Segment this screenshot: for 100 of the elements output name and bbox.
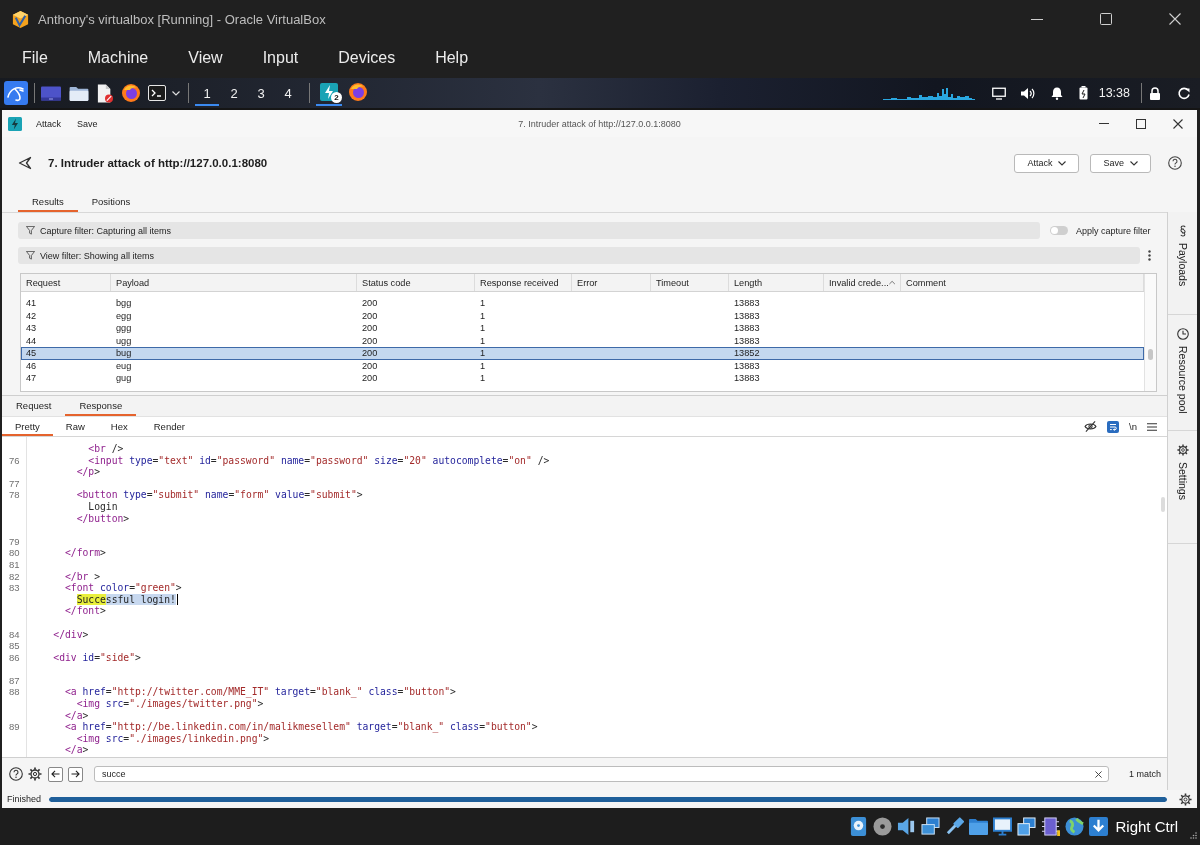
menu-item[interactable]: File [22, 49, 48, 67]
table-cell-text: ugg [115, 334, 133, 347]
clock[interactable]: 13:38 [1098, 86, 1130, 100]
terminal-icon[interactable] [148, 84, 166, 102]
caret-down-icon [1058, 160, 1067, 166]
document-icon[interactable] [97, 83, 113, 103]
menu-item[interactable]: Input [262, 49, 299, 67]
tab[interactable]: Hex [97, 418, 141, 436]
clear-icon[interactable] [1095, 770, 1102, 778]
arrow-right-icon [71, 770, 80, 778]
battery-icon[interactable] [1078, 86, 1088, 100]
dropdown-button[interactable]: Attack [1014, 153, 1080, 173]
workspace-button[interactable]: 1 [195, 80, 219, 106]
table-row[interactable]: 43 ggg 200 1 13883 [21, 322, 1144, 335]
capture-filter-button[interactable]: Capture filter: Capturing all items [18, 222, 1040, 239]
gear-icon[interactable] [1179, 792, 1192, 806]
table-row[interactable]: 42 egg 200 1 13883 [21, 309, 1144, 322]
stacked-windows-icon[interactable] [1017, 817, 1037, 836]
workspace-button[interactable]: 2 [222, 80, 246, 106]
usb-icon[interactable] [945, 817, 965, 836]
table-row[interactable]: 46 eug 200 1 13883 [21, 359, 1144, 372]
browser-icon[interactable] [122, 84, 140, 102]
column-header[interactable]: Error [572, 274, 651, 291]
lock-icon[interactable] [1148, 86, 1162, 100]
sidebar-tab[interactable]: Payloads [1168, 212, 1197, 315]
dragon-logo-icon[interactable] [4, 81, 28, 105]
line-number: 88 [9, 686, 20, 698]
taskbar-button[interactable]: 2 [316, 80, 342, 106]
eye-slash-icon[interactable] [1084, 421, 1098, 432]
help-icon[interactable] [9, 767, 23, 781]
close-icon[interactable] [1173, 118, 1183, 129]
resize-grip-icon[interactable] [1190, 832, 1197, 839]
newline-toggle[interactable]: \n [1129, 421, 1137, 432]
scrollbar-thumb[interactable] [1148, 349, 1153, 360]
folder-icon[interactable] [69, 85, 89, 101]
workspace-button[interactable]: 3 [249, 80, 273, 106]
column-header[interactable]: Payload [111, 274, 357, 291]
menu-icon[interactable] [1147, 422, 1157, 431]
table-row[interactable]: 41 bgg 200 1 13883 [21, 297, 1144, 310]
table-row[interactable]: 47 gug 200 1 13883 [21, 372, 1144, 385]
menu-item[interactable]: Machine [87, 49, 149, 67]
sidebar-tab[interactable]: Resource pool [1168, 315, 1197, 431]
column-header[interactable]: Response received [475, 274, 572, 291]
scrollbar-thumb[interactable] [1161, 497, 1165, 512]
tab[interactable]: Results [18, 193, 78, 212]
sidebar-tab[interactable]: Settings [1168, 431, 1197, 544]
menu-item[interactable]: Save [77, 118, 98, 129]
disc-icon[interactable] [873, 817, 893, 836]
arrow-down-icon[interactable] [1089, 817, 1109, 836]
search-field[interactable]: succe [94, 766, 1109, 782]
table-row[interactable]: 44 ugg 200 1 13883 [21, 334, 1144, 347]
minimize-icon[interactable] [1031, 18, 1043, 20]
refresh-icon[interactable] [1177, 86, 1191, 100]
speaker-icon[interactable] [897, 817, 917, 836]
line-number: 86 [9, 651, 20, 663]
line-number: 83 [9, 582, 20, 594]
table-row[interactable]: 45 bug 200 1 13852 [21, 347, 1144, 360]
maximize-icon[interactable] [1136, 118, 1146, 129]
monitor-icon[interactable] [991, 86, 1006, 100]
next-button[interactable] [68, 766, 83, 782]
workspace-button[interactable]: 4 [276, 80, 300, 106]
menu-item[interactable]: Attack [36, 118, 61, 129]
speaker-icon[interactable] [1020, 86, 1035, 100]
dropdown-button[interactable]: Save [1090, 153, 1151, 173]
back-arrow-icon[interactable] [18, 156, 32, 170]
column-header[interactable]: Request [21, 274, 111, 291]
gear-icon[interactable] [28, 767, 42, 781]
chip-icon[interactable] [1041, 817, 1061, 836]
line-number: 77 [9, 477, 20, 489]
table-cell-text: 1 [479, 359, 487, 372]
wrap-lines-icon[interactable] [1107, 420, 1120, 433]
menu-item[interactable]: View [188, 49, 223, 67]
match-count: 1 match [1129, 769, 1161, 779]
column-header[interactable]: Timeout [651, 274, 729, 291]
column-header[interactable]: Invalid crede... [824, 274, 901, 291]
desktop-icon[interactable] [41, 85, 61, 101]
bell-icon[interactable] [1049, 86, 1064, 100]
table-cell-text: 1 [479, 309, 487, 322]
tab[interactable]: Raw [52, 418, 98, 436]
globe-icon[interactable] [1065, 817, 1085, 836]
tab[interactable]: Render [140, 418, 198, 436]
tab[interactable]: Positions [77, 193, 145, 212]
table-cell-text: eug [115, 359, 133, 372]
kebab-menu-icon[interactable] [1148, 250, 1151, 261]
help-icon[interactable] [1168, 156, 1182, 170]
caret-down-icon[interactable] [172, 90, 180, 96]
tab[interactable]: Request [2, 397, 66, 416]
network-icon[interactable] [921, 817, 941, 836]
monitor-icon[interactable] [993, 817, 1013, 836]
code-line: <button type="submit" name="form" value="submit"> [76, 489, 363, 501]
table-cell-text: 44 [25, 334, 38, 347]
view-filter-button[interactable]: View filter: Showing all items [18, 247, 1140, 264]
toggle-switch[interactable] [1050, 226, 1068, 235]
folder-icon[interactable] [969, 817, 989, 836]
lightning-tile-icon [8, 116, 22, 131]
menu-item[interactable]: Devices [338, 49, 396, 67]
column-header[interactable]: Status code [357, 274, 475, 291]
previous-button[interactable] [48, 766, 63, 782]
column-header[interactable]: Length [729, 274, 824, 291]
menu-item[interactable]: Help [435, 49, 469, 67]
